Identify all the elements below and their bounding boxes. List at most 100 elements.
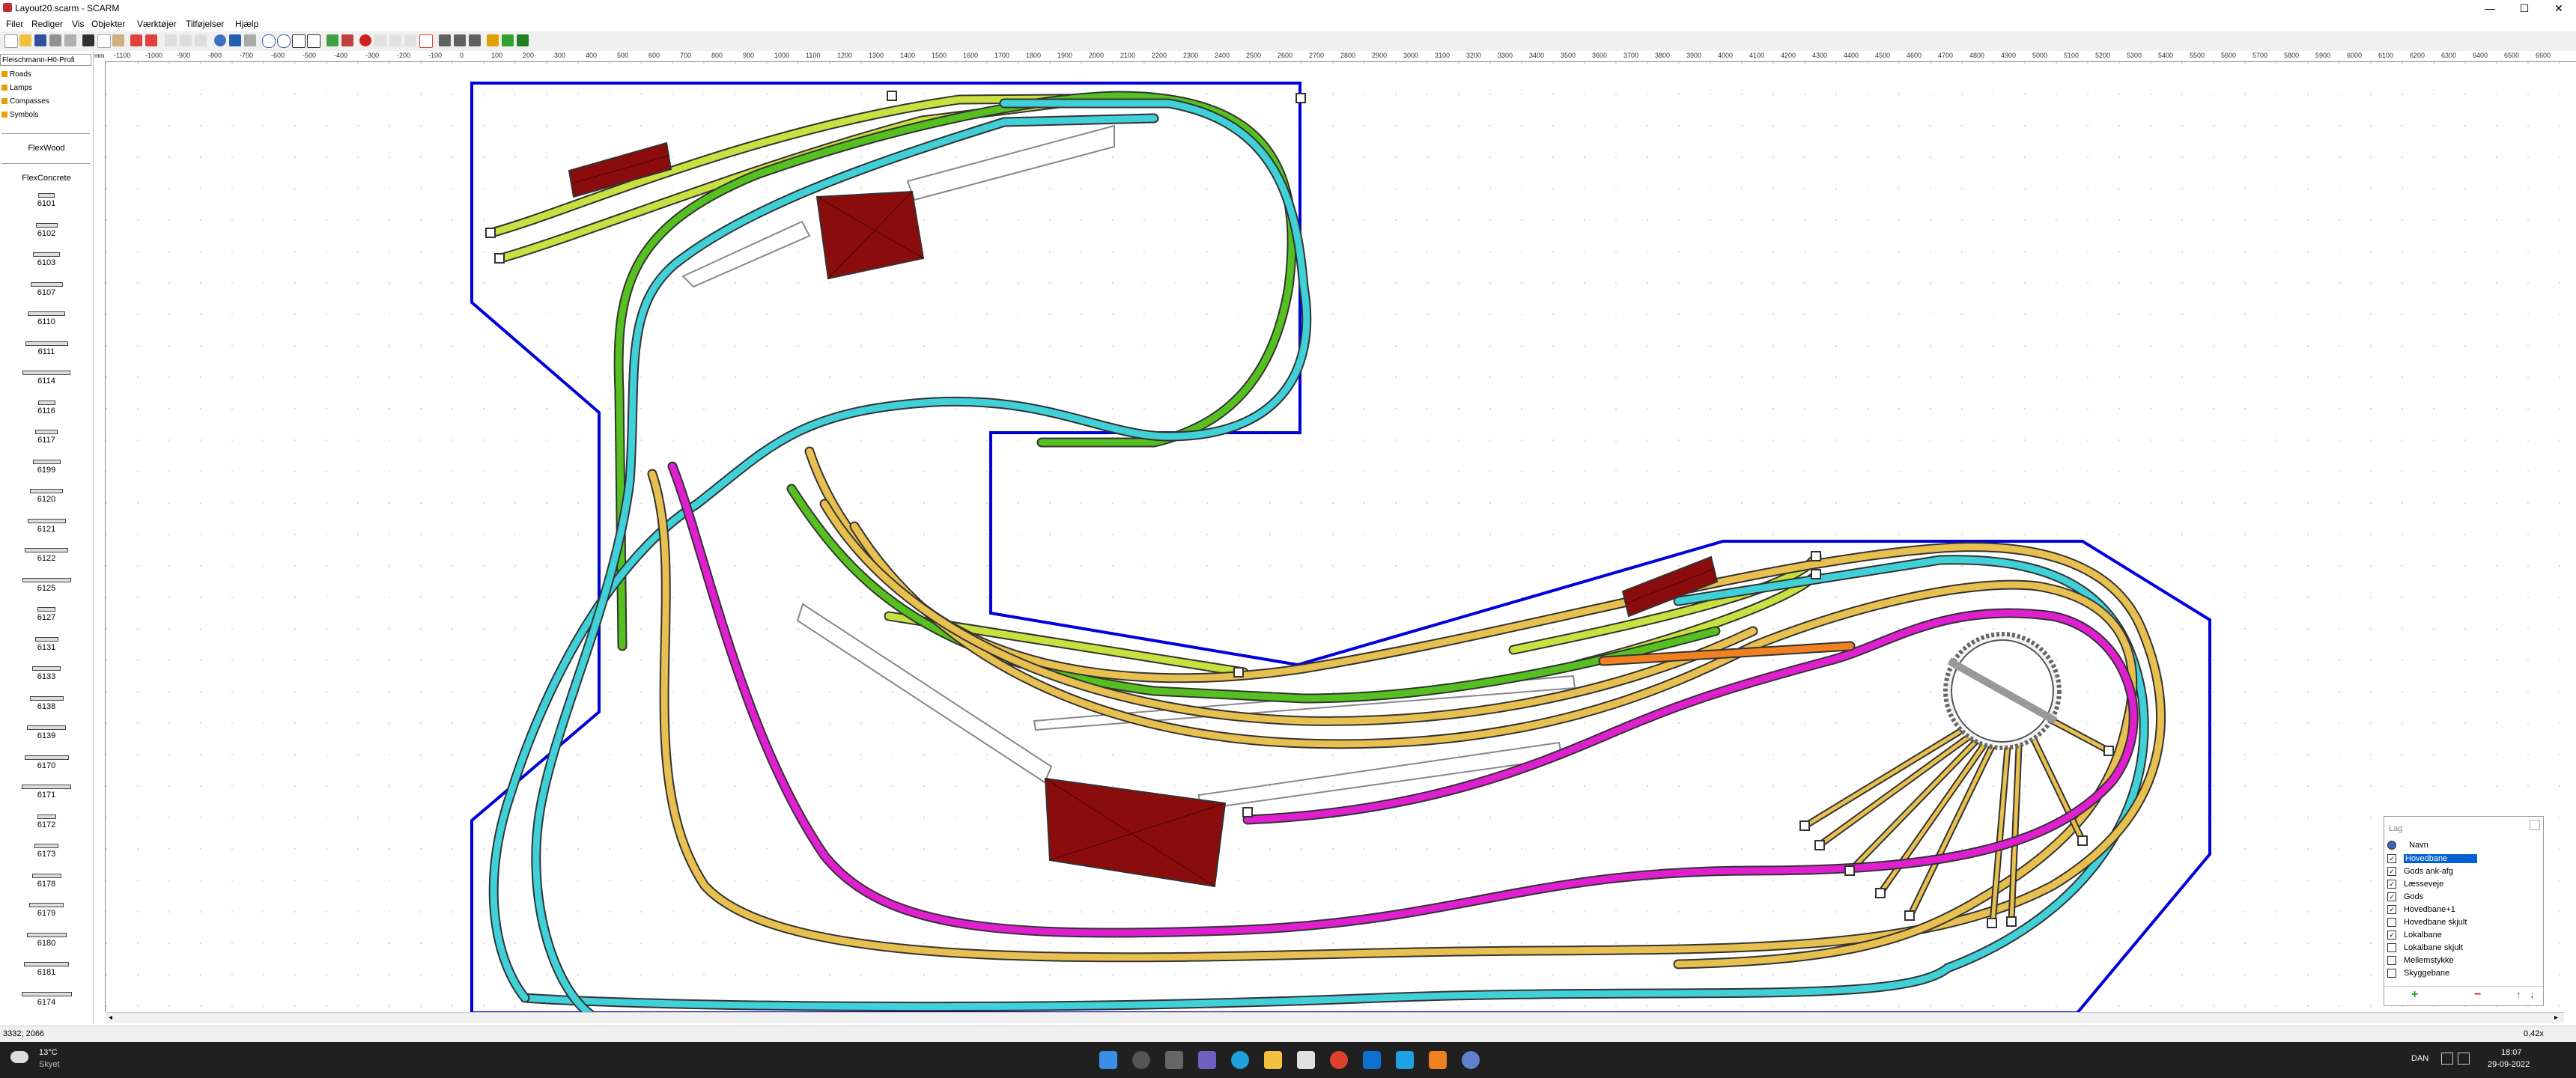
part-item[interactable]: 6139	[0, 725, 93, 740]
part-item[interactable]: 6107	[0, 281, 93, 297]
library-select[interactable]: Fleischmann-H0-Profi	[0, 54, 91, 66]
part-item[interactable]: 6170	[0, 755, 93, 770]
select-all-icon[interactable]	[180, 34, 192, 46]
layer-row[interactable]: ✓ Lokalbane	[2387, 929, 2537, 941]
layer-visibility-checkbox[interactable]: ✓	[2387, 931, 2396, 940]
zoom-window-icon[interactable]	[307, 34, 321, 48]
part-item[interactable]: 6122	[0, 548, 93, 563]
part-item[interactable]: 6127	[0, 607, 93, 622]
part-item[interactable]: 6172	[0, 814, 93, 829]
layer-visibility-checkbox[interactable]	[2387, 918, 2396, 928]
bridge-icon[interactable]	[454, 34, 466, 46]
search-icon[interactable]	[1132, 1051, 1150, 1069]
layer-visibility-checkbox[interactable]: ✓	[2387, 880, 2396, 889]
part-item[interactable]: 6181	[0, 962, 93, 977]
menu-objekter[interactable]: Objekter	[91, 19, 125, 29]
part-item[interactable]: 6174	[0, 991, 93, 1007]
part-flexconcrete[interactable]: FlexConcrete	[0, 174, 93, 183]
language-indicator[interactable]: DAN	[2411, 1054, 2428, 1063]
menu-rediger[interactable]: Rediger	[31, 19, 63, 29]
menu-vaerktoejer[interactable]: Værktøjer	[137, 19, 177, 29]
layer-row[interactable]: ✓ Hovedbane+1	[2387, 904, 2537, 916]
part-item[interactable]: 6117	[0, 430, 93, 445]
info-icon[interactable]	[214, 34, 226, 46]
scroll-left-icon[interactable]: ◂	[109, 1014, 112, 1022]
copy-icon[interactable]	[97, 34, 111, 48]
clock-time[interactable]: 18:07	[2501, 1048, 2522, 1057]
part-item[interactable]: 6133	[0, 666, 93, 681]
layer-row[interactable]: ✓ Hovedbane	[2387, 853, 2537, 865]
layer-row[interactable]: Mellemstykke	[2387, 954, 2537, 966]
part-item[interactable]: 6171	[0, 785, 93, 800]
delete-icon[interactable]	[165, 34, 177, 46]
redo-icon[interactable]	[145, 34, 157, 46]
layer-visibility-checkbox[interactable]: ✓	[2387, 905, 2396, 915]
maximize-button[interactable]: ☐	[2507, 0, 2542, 16]
scroll-right-icon[interactable]: ▸	[2554, 1014, 2558, 1022]
zoom-out-icon[interactable]	[277, 34, 291, 48]
start-icon[interactable]	[1099, 1051, 1117, 1069]
menu-hjaelp[interactable]: Hjælp	[235, 19, 258, 29]
part-item[interactable]: 6179	[0, 903, 93, 918]
zoom-fit-icon[interactable]	[292, 34, 306, 48]
volume-icon[interactable]	[2458, 1053, 2470, 1065]
part-item[interactable]: 6199	[0, 459, 93, 475]
flex-track-icon[interactable]	[374, 34, 386, 46]
part-item[interactable]: 6173	[0, 844, 93, 859]
train-simulation-icon[interactable]	[341, 34, 353, 46]
menu-tilfoejelser[interactable]: Tilføjelser	[186, 19, 225, 29]
layer-visibility-checkbox[interactable]: ✓	[2387, 892, 2396, 902]
layer-visibility-checkbox[interactable]: ✓	[2387, 854, 2396, 864]
cut-icon[interactable]	[82, 34, 94, 46]
layer-visibility-checkbox[interactable]	[2387, 956, 2396, 966]
undo-icon[interactable]	[130, 34, 142, 46]
weather-temp[interactable]: 13°C	[39, 1048, 58, 1057]
move-down-button[interactable]: ↓	[2530, 989, 2535, 1000]
rolling-stock-icon[interactable]	[517, 34, 529, 46]
teams-icon[interactable]	[1198, 1051, 1216, 1069]
layout-drawing[interactable]	[106, 62, 2564, 1020]
new-file-icon[interactable]	[4, 34, 18, 48]
category-compasses[interactable]: Compasses	[1, 97, 49, 106]
menu-filer[interactable]: Filer	[6, 19, 23, 29]
layer-row[interactable]: Skyggebane	[2387, 967, 2537, 979]
chrome-icon[interactable]	[1330, 1051, 1348, 1069]
category-symbols[interactable]: Symbols	[1, 111, 38, 119]
tunnel-icon[interactable]	[439, 34, 451, 46]
print-icon[interactable]	[49, 34, 61, 46]
edge-icon[interactable]	[1231, 1051, 1249, 1069]
layer-row[interactable]: ✓ Gods	[2387, 891, 2537, 903]
part-item[interactable]: 6131	[0, 636, 93, 652]
terrain-icon[interactable]	[502, 34, 514, 46]
deselect-icon[interactable]	[195, 34, 207, 46]
part-item[interactable]: 6111	[0, 341, 93, 356]
save-icon[interactable]	[34, 34, 46, 46]
minimize-button[interactable]: —	[2473, 0, 2507, 16]
clock-date[interactable]: 29-09-2022	[2488, 1060, 2530, 1069]
turntable[interactable]	[1943, 632, 2062, 750]
add-layer-button[interactable]: +	[2411, 988, 2418, 1002]
print-preview-icon[interactable]	[64, 34, 76, 46]
join-tracks-icon[interactable]	[389, 34, 401, 46]
move-up-button[interactable]: ↑	[2516, 989, 2521, 1000]
part-item[interactable]: 6180	[0, 932, 93, 948]
layout-canvas[interactable]	[106, 62, 2564, 1020]
part-flexwood[interactable]: FlexWood	[0, 144, 93, 153]
weather-desc[interactable]: Skyet	[39, 1060, 60, 1069]
part-item[interactable]: 6103	[0, 252, 93, 267]
part-item[interactable]: 6114	[0, 371, 93, 386]
scarm-icon[interactable]	[1462, 1051, 1480, 1069]
layer-row[interactable]: ✓ Læsseveje	[2387, 878, 2537, 890]
part-item[interactable]: 6116	[0, 400, 93, 415]
part-item[interactable]: 6138	[0, 695, 93, 711]
horizontal-scrollbar[interactable]: ◂ ▸	[106, 1012, 2564, 1023]
app-icon[interactable]	[1396, 1051, 1414, 1069]
layer-visibility-checkbox[interactable]: ✓	[2387, 867, 2396, 877]
task-view-icon[interactable]	[1165, 1051, 1183, 1069]
zoom-in-icon[interactable]	[262, 34, 276, 48]
network-icon[interactable]	[2441, 1053, 2453, 1065]
part-item[interactable]: 6178	[0, 873, 93, 889]
rotate-icon[interactable]	[229, 34, 241, 46]
paste-icon[interactable]	[112, 34, 124, 46]
layer-visibility-checkbox[interactable]	[2387, 943, 2396, 953]
